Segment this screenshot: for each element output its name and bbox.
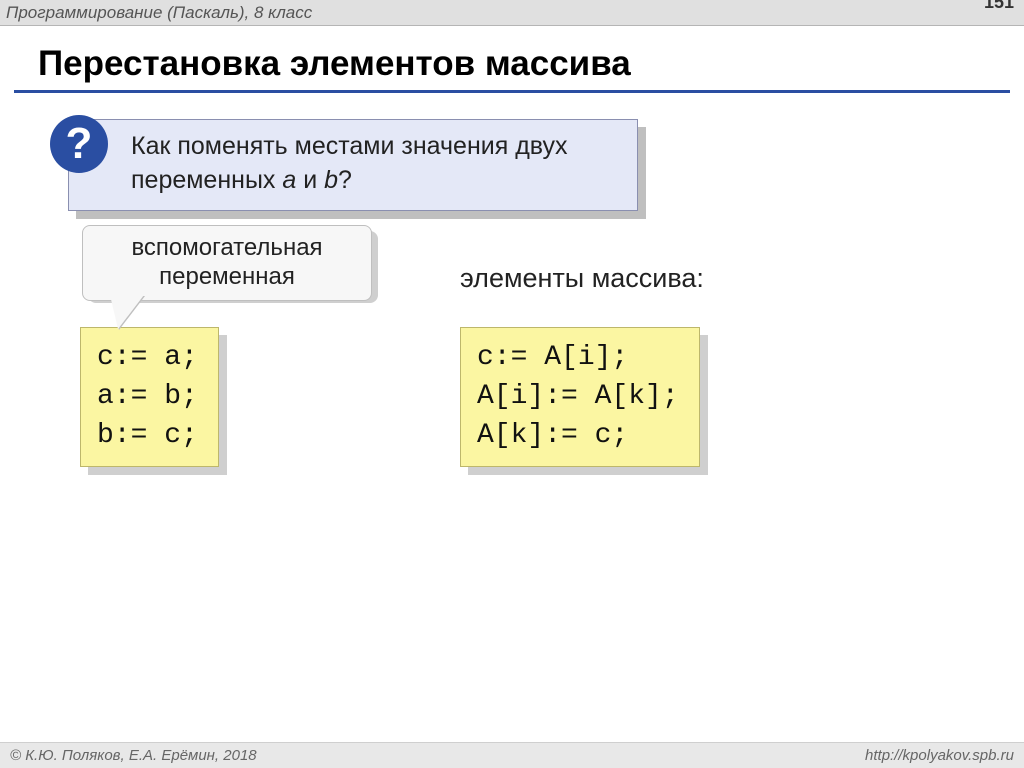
- code-left-text: c:= a; a:= b; b:= c;: [80, 327, 219, 467]
- var-b: b: [324, 166, 338, 194]
- page-title: Перестановка элементов массива: [38, 44, 1024, 84]
- copyright-text: © К.Ю. Поляков, Е.А. Ерёмин, 2018: [10, 747, 257, 764]
- footer-bar: © К.Ю. Поляков, Е.А. Ерёмин, 2018 http:/…: [0, 742, 1024, 768]
- code-swap-array-elements: c:= A[i]; A[i]:= A[k]; A[k]:= c;: [460, 327, 700, 467]
- code-swap-variables: c:= a; a:= b; b:= c;: [80, 327, 219, 467]
- question-callout: ? Как поменять местами значения двух пер…: [68, 119, 638, 211]
- code-right-text: c:= A[i]; A[i]:= A[k]; A[k]:= c;: [460, 327, 700, 467]
- footer-url: http://kpolyakov.spb.ru: [865, 747, 1014, 764]
- header-bar: Программирование (Паскаль), 8 класс 151: [0, 0, 1024, 26]
- bubble-tail-icon: [110, 295, 144, 329]
- hint-line1: вспомогательная: [131, 234, 322, 261]
- page-number: 151: [984, 0, 1014, 13]
- array-elements-label: элементы массива:: [460, 263, 704, 294]
- hint-text: вспомогательная переменная: [82, 225, 372, 301]
- question-line1: Как поменять местами значения двух: [131, 132, 568, 160]
- var-a: a: [282, 166, 296, 194]
- question-line2-prefix: переменных: [131, 166, 282, 194]
- question-qmark: ?: [338, 166, 352, 194]
- question-text: Как поменять местами значения двух перем…: [68, 119, 638, 211]
- question-mark-icon: ?: [50, 115, 108, 173]
- content-area: ? Как поменять местами значения двух пер…: [0, 93, 1024, 211]
- question-sep: и: [296, 166, 324, 194]
- hint-bubble: вспомогательная переменная: [82, 225, 372, 301]
- course-title: Программирование (Паскаль), 8 класс: [6, 3, 312, 23]
- hint-line2: переменная: [159, 263, 295, 290]
